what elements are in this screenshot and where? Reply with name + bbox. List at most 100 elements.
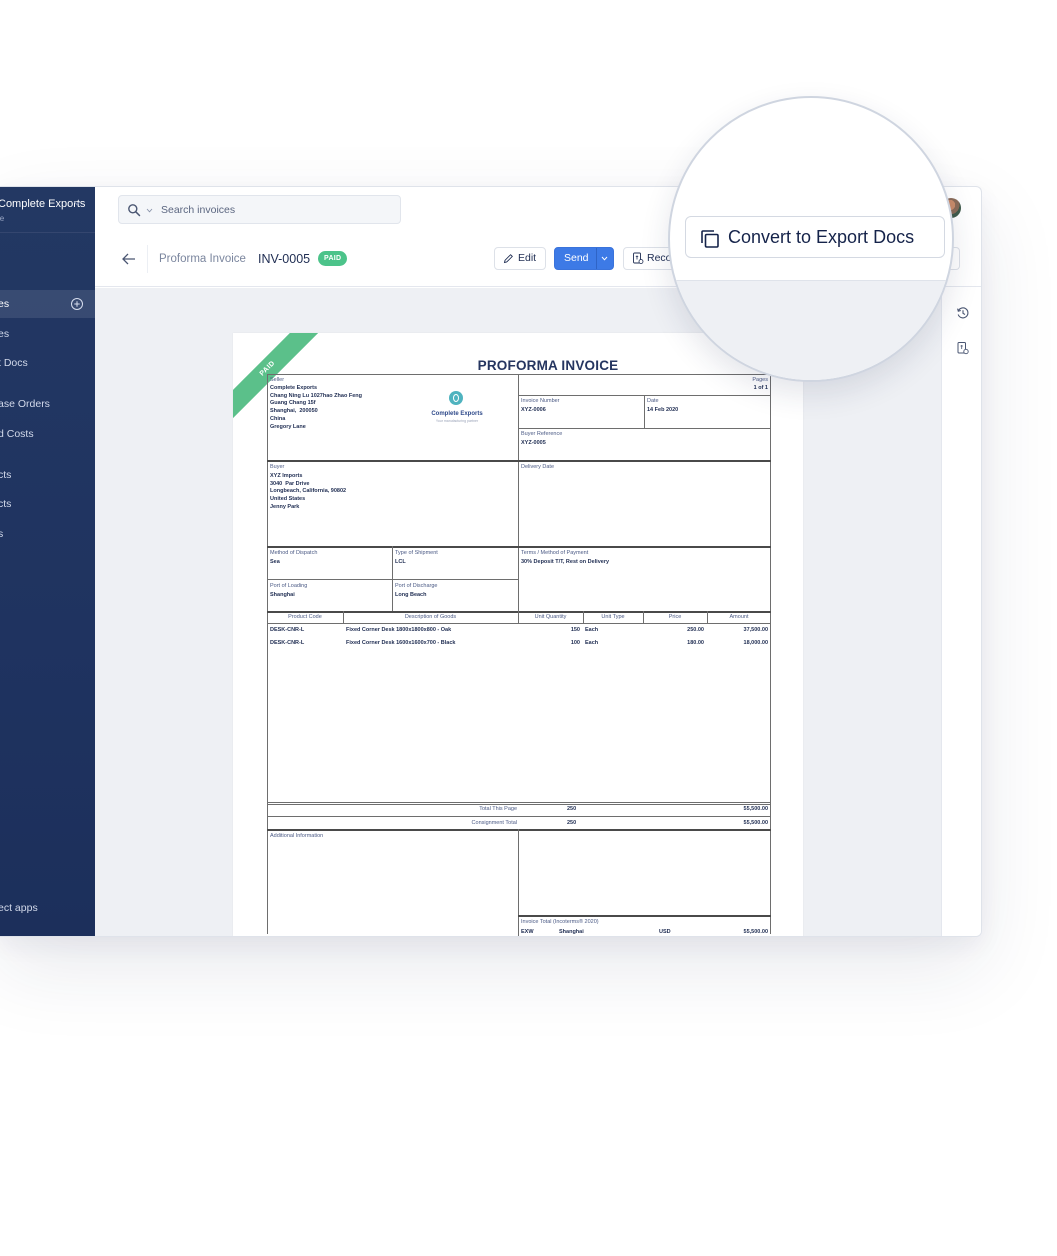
pages-value: 1 of 1 xyxy=(753,385,768,391)
add-circle-icon[interactable] xyxy=(70,297,84,311)
grid-line xyxy=(770,374,771,934)
document-preview-area: PAID PROFORMA INVOICE Seller Complete Ex… xyxy=(95,288,941,936)
consignment-total-qty: 250 xyxy=(567,820,577,826)
grid-line xyxy=(518,829,519,936)
grid-line xyxy=(267,623,771,624)
status-badge: PAID xyxy=(318,251,348,266)
grid-line xyxy=(518,428,771,429)
pencil-icon xyxy=(503,254,513,264)
sidebar-item-connect-apps[interactable]: ect apps xyxy=(0,894,95,922)
grid-line xyxy=(267,829,771,831)
product-code: DESK-CNR-L xyxy=(270,627,305,633)
buyer-reference-label: Buyer Reference xyxy=(521,431,563,437)
invoice-number-label: Invoice Number xyxy=(521,398,560,404)
seller-address: Complete Exports Chang Ning Lu 1027hao Z… xyxy=(270,385,362,430)
grid-line xyxy=(267,816,771,817)
right-rail xyxy=(941,288,981,936)
additional-information-label: Additional Information xyxy=(270,833,324,839)
document-settings-icon[interactable] xyxy=(956,341,970,355)
magnified-content-area xyxy=(670,280,952,380)
method-of-dispatch-label: Method of Dispatch xyxy=(270,550,318,556)
product-description: Fixed Corner Desk 1600x1600x700 - Black xyxy=(346,640,456,646)
unit-price: 180.00 xyxy=(687,640,704,646)
divider xyxy=(147,245,148,273)
sidebar-item-label: s xyxy=(0,520,3,548)
sidebar-item-invoices[interactable]: es xyxy=(0,290,95,318)
sidebar-item-label: cts xyxy=(0,498,12,510)
chevron-down-icon[interactable] xyxy=(601,255,608,262)
org-switcher[interactable]: Complete Exports le xyxy=(0,187,95,233)
incoterm: EXW xyxy=(521,929,534,935)
terms-label: Terms / Method of Payment xyxy=(521,550,589,556)
port-of-discharge-label: Port of Discharge xyxy=(395,583,438,589)
sidebar-item-label: es xyxy=(0,298,10,310)
search-box[interactable] xyxy=(118,195,401,224)
search-icon xyxy=(128,204,141,217)
product-code: DESK-CNR-L xyxy=(270,640,305,646)
type-of-shipment-value: LCL xyxy=(395,559,406,565)
back-arrow-icon[interactable] xyxy=(121,252,137,266)
document-id: INV-0005 xyxy=(258,252,311,266)
buyer-reference-value: XYZ-0005 xyxy=(521,440,546,446)
port-of-discharge-value: Long Beach xyxy=(395,592,427,598)
copy-icon xyxy=(701,230,719,248)
sidebar-item-purchase-orders[interactable]: ase Orders xyxy=(0,390,95,418)
sidebar: Complete Exports le es es t Docs ase Ord… xyxy=(0,187,95,936)
consignment-total-amount: 55,500.00 xyxy=(743,820,768,826)
column-header: Amount xyxy=(729,614,749,620)
total-this-page-label: Total This Page xyxy=(479,806,517,812)
sidebar-item-label: ect apps xyxy=(0,902,38,914)
date-value: 14 Feb 2020 xyxy=(647,407,679,413)
org-subtitle: le xyxy=(0,214,5,223)
unit-quantity: 100 xyxy=(570,640,580,646)
send-button[interactable]: Send xyxy=(554,247,614,270)
grid-line xyxy=(267,804,771,805)
invoice-paper: PAID PROFORMA INVOICE Seller Complete Ex… xyxy=(233,333,803,936)
search-input[interactable] xyxy=(161,196,391,223)
logo-tagline: Your manufacturing partner xyxy=(435,419,479,423)
history-icon[interactable] xyxy=(956,306,970,320)
port-of-loading-value: Shanghai xyxy=(270,592,295,598)
port-of-loading-label: Port of Loading xyxy=(270,583,308,589)
grid-line xyxy=(644,395,645,428)
receipt-icon xyxy=(633,252,644,264)
unit-price: 250.00 xyxy=(687,627,704,633)
edit-label: Edit xyxy=(518,252,537,264)
split-divider xyxy=(596,248,597,269)
buyer-label: Buyer xyxy=(270,464,285,470)
sidebar-item-export-docs[interactable]: t Docs xyxy=(0,349,95,377)
column-header: Unit Type xyxy=(601,614,625,620)
sidebar-item-label: d Costs xyxy=(0,428,34,440)
send-label: Send xyxy=(564,252,589,264)
method-of-dispatch-value: Sea xyxy=(270,559,280,565)
sidebar-item-contacts[interactable]: cts xyxy=(0,461,95,489)
document-type: Proforma Invoice xyxy=(159,253,246,265)
total-this-page-amount: 55,500.00 xyxy=(743,806,768,812)
unit-type: Each xyxy=(585,640,599,646)
date-label: Date xyxy=(647,398,659,404)
product-description: Fixed Corner Desk 1800x1800x800 - Oak xyxy=(346,627,452,633)
total-this-page-qty: 250 xyxy=(567,806,577,812)
terms-value: 30% Deposit T/T, Rest on Delivery xyxy=(521,559,610,565)
currency: USD xyxy=(659,929,671,935)
invoice-number-value: XYZ-0006 xyxy=(521,407,546,413)
sidebar-item-settings[interactable]: s xyxy=(0,520,95,548)
sidebar-item-products[interactable]: cts xyxy=(0,490,95,518)
unit-quantity: 150 xyxy=(570,627,580,633)
grid-line xyxy=(518,915,771,917)
grid-line xyxy=(267,374,268,934)
chevron-down-icon[interactable] xyxy=(146,207,153,214)
edit-button[interactable]: Edit xyxy=(494,247,546,270)
grid-line xyxy=(267,802,771,803)
sidebar-item-label: cts xyxy=(0,469,12,481)
convert-to-export-docs-button[interactable]: Convert to Export Docs xyxy=(685,216,945,258)
unit-type: Each xyxy=(585,627,599,633)
line-amount: 37,500.00 xyxy=(743,627,768,633)
convert-label: Convert to Export Docs xyxy=(728,227,915,247)
invoice-total-amount: 55,500.00 xyxy=(743,929,768,935)
sidebar-item-landed-costs[interactable]: d Costs xyxy=(0,420,95,448)
delivery-date-label: Delivery Date xyxy=(521,464,555,470)
buyer-address: XYZ Imports 3040 Par Drive Longbeach, Ca… xyxy=(270,473,347,510)
sidebar-item-quotes[interactable]: es xyxy=(0,320,95,348)
company-logo-icon xyxy=(449,391,463,405)
